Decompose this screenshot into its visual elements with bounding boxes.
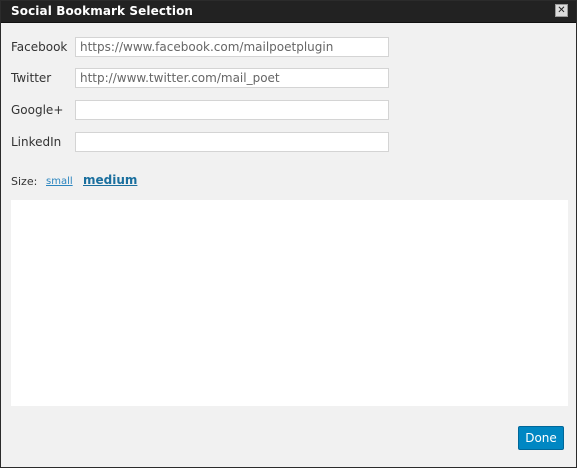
social-bookmark-dialog: Social Bookmark Selection ✕ Facebook Twi… (0, 0, 577, 468)
google-plus-label: Google+ (11, 103, 64, 117)
twitter-label: Twitter (11, 71, 52, 85)
twitter-input[interactable] (75, 68, 389, 88)
linkedin-row: LinkedIn (11, 132, 401, 152)
linkedin-input[interactable] (75, 132, 389, 152)
close-icon[interactable]: ✕ (555, 4, 568, 17)
size-selector: Size: small medium (11, 173, 311, 191)
facebook-input[interactable] (75, 37, 389, 57)
facebook-row: Facebook (11, 37, 401, 57)
google-plus-input[interactable] (75, 100, 389, 120)
size-medium-link[interactable]: medium (83, 173, 137, 187)
facebook-label: Facebook (11, 40, 68, 54)
done-button[interactable]: Done (518, 426, 564, 450)
dialog-title: Social Bookmark Selection (11, 4, 194, 18)
linkedin-label: LinkedIn (11, 135, 62, 149)
google-plus-row: Google+ (11, 100, 401, 120)
size-label: Size: (11, 175, 38, 188)
bookmark-preview-area (11, 200, 568, 406)
twitter-row: Twitter (11, 68, 401, 88)
dialog-titlebar: Social Bookmark Selection ✕ (1, 1, 576, 23)
size-small-link[interactable]: small (46, 176, 73, 187)
